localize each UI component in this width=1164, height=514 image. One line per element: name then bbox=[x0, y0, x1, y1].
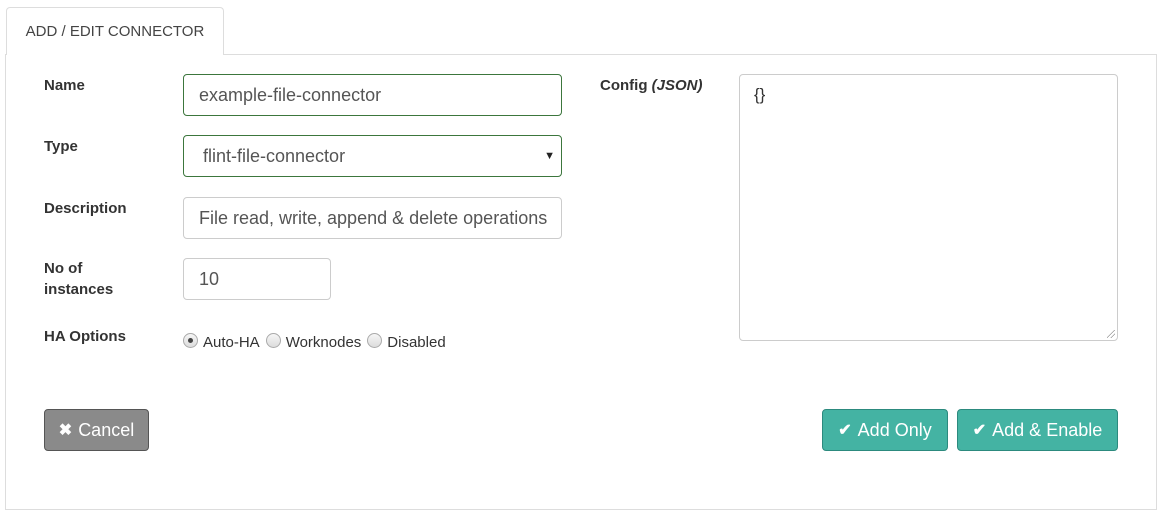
ha-option-label: Auto-HA bbox=[203, 333, 260, 351]
ha-options-radio-group: Auto-HA Worknodes Disabled bbox=[183, 329, 452, 351]
close-icon: ✖ bbox=[58, 422, 73, 439]
cancel-button-label: Cancel bbox=[78, 419, 135, 440]
add-enable-button-label: Add & Enable bbox=[992, 419, 1103, 440]
radio-checked-icon[interactable] bbox=[183, 332, 198, 348]
config-json-textarea[interactable]: {} bbox=[739, 74, 1118, 341]
resize-handle-icon[interactable] bbox=[1107, 330, 1115, 338]
config-label: Config (JSON) bbox=[600, 75, 703, 96]
add-enable-button[interactable]: ✔ Add & Enable bbox=[957, 409, 1118, 451]
ha-option-label: Worknodes bbox=[285, 333, 362, 351]
config-label-text: Config bbox=[600, 77, 648, 94]
radio-unchecked-icon[interactable] bbox=[367, 332, 383, 348]
tab-add-edit-connector[interactable]: ADD / EDIT CONNECTOR bbox=[6, 7, 224, 55]
config-json-value: {} bbox=[754, 85, 766, 104]
config-label-suffix: (JSON) bbox=[651, 77, 703, 94]
instances-label-line2: instances bbox=[44, 281, 114, 298]
check-icon: ✔ bbox=[972, 422, 987, 439]
ha-option-auto-ha[interactable]: Auto-HA bbox=[183, 329, 260, 351]
add-only-button-label: Add Only bbox=[857, 419, 932, 440]
ha-option-disabled[interactable]: Disabled bbox=[367, 329, 446, 351]
add-only-button[interactable]: ✔ Add Only bbox=[822, 409, 948, 451]
instances-input[interactable]: 10 bbox=[183, 258, 331, 300]
description-input-value: File read, write, append & delete operat… bbox=[199, 208, 548, 228]
check-icon: ✔ bbox=[838, 422, 852, 439]
cancel-button[interactable]: ✖ Cancel bbox=[44, 409, 149, 451]
ha-option-worknodes[interactable]: Worknodes bbox=[265, 329, 362, 351]
name-input[interactable]: example-file-connector bbox=[183, 74, 562, 116]
ha-option-label: Disabled bbox=[387, 333, 446, 351]
caret-down-icon: ▼ bbox=[544, 150, 555, 162]
tab-label: ADD / EDIT CONNECTOR bbox=[25, 23, 205, 40]
name-label: Name bbox=[44, 77, 85, 94]
instances-input-value: 10 bbox=[199, 269, 220, 289]
ha-options-label: HA Options bbox=[44, 328, 126, 345]
description-label: Description bbox=[44, 200, 127, 217]
name-input-value: example-file-connector bbox=[199, 85, 382, 105]
radio-unchecked-icon[interactable] bbox=[265, 332, 281, 348]
type-select-value: flint-file-connector bbox=[203, 146, 346, 166]
description-input[interactable]: File read, write, append & delete operat… bbox=[183, 197, 562, 239]
type-select[interactable]: flint-file-connector ▼ bbox=[183, 135, 562, 177]
instances-label: No of instances bbox=[44, 258, 113, 300]
instances-label-line1: No of bbox=[44, 260, 83, 277]
type-label: Type bbox=[44, 138, 78, 155]
